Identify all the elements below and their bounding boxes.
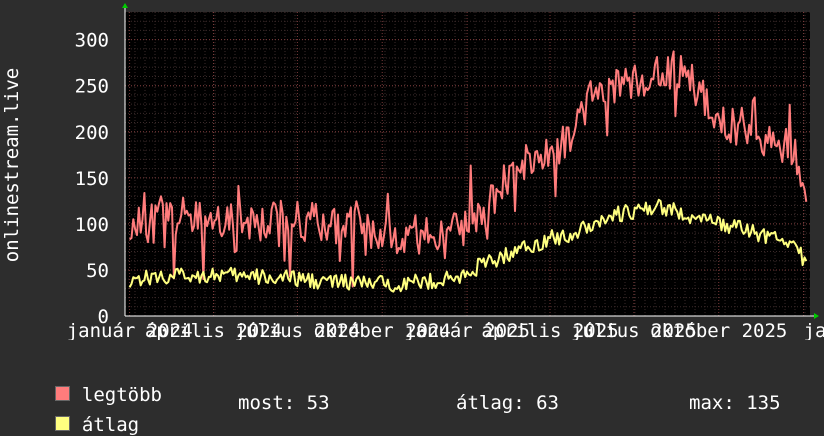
x-tick-label: október 2025 bbox=[650, 320, 787, 340]
stat-max: max: 135 bbox=[689, 392, 781, 414]
y-tick-label: 100 bbox=[75, 214, 109, 236]
legend-label-atlag: átlag bbox=[81, 414, 140, 436]
y-tick-label: 200 bbox=[75, 122, 109, 144]
y-axis-arrow-icon bbox=[122, 3, 128, 8]
y-axis-label: onlinestream.live bbox=[1, 68, 23, 262]
stat-atlag: átlag: 63 bbox=[456, 392, 559, 414]
y-tick-label: 250 bbox=[75, 76, 109, 98]
stat-most: most: 53 bbox=[238, 392, 330, 414]
chart-svg: 050100150200250300január 2024április 202… bbox=[1, 3, 824, 340]
x-tick-label: január 20 bbox=[804, 320, 824, 340]
x-axis-arrow-icon bbox=[814, 313, 819, 319]
y-tick-label: 150 bbox=[75, 168, 109, 190]
legend-item-atlag: átlag bbox=[32, 392, 139, 436]
y-tick-label: 300 bbox=[75, 30, 109, 52]
y-tick-label: 50 bbox=[86, 260, 109, 282]
legend-swatch-atlag bbox=[54, 416, 70, 431]
